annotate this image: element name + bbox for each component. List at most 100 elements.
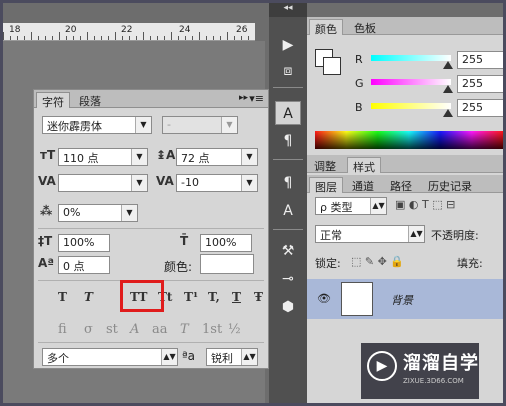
subscript-button[interactable]: T, <box>208 290 220 304</box>
green-slider-thumb[interactable] <box>443 85 453 93</box>
vertical-scale-input[interactable]: 100% <box>58 234 110 252</box>
paragraph-panel-icon[interactable]: ¶ <box>275 129 301 153</box>
tracking-select[interactable]: -10 ▼ <box>176 174 258 192</box>
titling-alternates-button[interactable]: T <box>180 322 189 337</box>
green-value[interactable]: 255 <box>457 75 503 93</box>
cube-icon[interactable]: ⬢ <box>275 295 301 319</box>
3d-icon[interactable]: ⧈ <box>275 59 301 83</box>
vertical-scale-value: 100% <box>63 236 95 249</box>
language-select[interactable]: 多个 ▲▼ <box>42 348 178 366</box>
text-color-swatch[interactable] <box>200 254 254 274</box>
ruler-label: 18 <box>9 25 21 35</box>
ruler-tick <box>10 36 11 40</box>
antialias-value: 锐利 <box>211 352 233 365</box>
color-spectrum[interactable] <box>315 131 503 149</box>
ruler-tick <box>59 32 60 40</box>
leading-select[interactable]: 72 点 ▼ <box>176 148 258 166</box>
faux-italic-button[interactable]: T <box>84 290 93 304</box>
fractions-button[interactable]: ½ <box>228 322 241 337</box>
tracking-icon: VA <box>156 174 174 188</box>
tab-history[interactable]: 历史记录 <box>423 177 477 193</box>
background-color-swatch[interactable] <box>323 57 341 75</box>
ordinals-button[interactable]: 1st <box>202 322 222 337</box>
ruler-tick <box>24 36 25 40</box>
play-icon[interactable]: ▶ <box>275 33 301 57</box>
play-logo-icon: ▶ <box>367 351 397 381</box>
ruler-tick <box>241 36 242 40</box>
discretionary-ligature-button[interactable]: st <box>106 322 118 337</box>
ruler-tick <box>73 36 74 40</box>
color-panel-tabs: 颜色 色板 <box>307 17 503 36</box>
watermark: ▶ 溜溜自学 ZIXUE.3D66.COM <box>361 343 479 399</box>
strikethrough-button[interactable]: Ŧ <box>254 290 263 304</box>
collapse-icon[interactable]: ▸▸ <box>239 93 248 103</box>
ruler-label: 22 <box>121 25 133 35</box>
kerning-select[interactable]: ▼ <box>58 174 148 192</box>
ruler-tick <box>199 32 200 40</box>
green-slider[interactable] <box>371 79 451 85</box>
tab-layers[interactable]: 图层 <box>309 177 343 194</box>
red-slider[interactable] <box>371 55 451 61</box>
blend-mode-value: 正常 <box>320 229 342 242</box>
tab-channels[interactable]: 通道 <box>347 177 379 193</box>
tab-swatches[interactable]: 色板 <box>349 19 381 35</box>
font-style-select[interactable]: - ▼ <box>162 116 238 134</box>
panel-dock-column: ◂◂ ▶ ⧈ A ¶ ¶ A ⚒ ⊸ ⬢ <box>269 3 307 403</box>
swash-button[interactable]: A <box>130 322 139 337</box>
divider <box>38 228 264 229</box>
red-slider-thumb[interactable] <box>443 61 453 69</box>
antialias-icon: ªa <box>182 349 196 363</box>
layer-panel-tabs: 图层 通道 路径 历史记录 <box>307 175 503 194</box>
font-size-select[interactable]: 110 点 ▼ <box>58 148 148 166</box>
ruler-tick <box>178 36 179 40</box>
tsume-select[interactable]: 0% ▼ <box>58 204 138 222</box>
ruler-tick <box>115 32 116 40</box>
horizontal-scale-input[interactable]: 100% <box>200 234 252 252</box>
blue-value[interactable]: 255 <box>457 99 503 117</box>
blue-slider-thumb[interactable] <box>443 109 453 117</box>
ruler-tick <box>157 36 158 40</box>
character-styles-icon[interactable]: A <box>275 199 301 223</box>
lock-icons[interactable]: ⬚ ✎ ✥ 🔒 <box>351 255 404 268</box>
vertical-scale-icon: ‡T <box>38 234 53 248</box>
collapse-icon[interactable]: ◂◂ <box>269 3 307 17</box>
font-family-select[interactable]: 迷你霹雳体 ▼ <box>42 116 152 134</box>
filter-kind-select[interactable]: ρ 类型 ▲▼ <box>315 197 387 215</box>
red-value[interactable]: 255 <box>457 51 503 69</box>
chevron-down-icon: ▼ <box>241 175 257 191</box>
panel-menu-icon[interactable]: ▾≡ <box>249 92 264 105</box>
filter-icons[interactable]: ▣ ◐ T ⬚ ⊟ <box>395 198 455 211</box>
tab-color[interactable]: 颜色 <box>309 19 343 36</box>
blend-mode-select[interactable]: 正常 ▲▼ <box>315 225 425 243</box>
faux-bold-button[interactable]: T <box>58 290 67 304</box>
old-style-button[interactable]: σ <box>84 322 93 337</box>
horizontal-scale-icon: T̄ <box>180 234 189 248</box>
ligature-button[interactable]: fi <box>58 322 67 337</box>
layer-row[interactable]: 👁 背景 <box>307 279 503 319</box>
tab-styles[interactable]: 样式 <box>347 157 381 174</box>
baseline-input[interactable]: 0 点 <box>58 256 110 274</box>
underline-button[interactable]: T <box>232 290 241 304</box>
tool-presets-icon[interactable]: ⚒ <box>275 239 301 263</box>
font-size-value: 110 点 <box>63 152 99 165</box>
tab-paths[interactable]: 路径 <box>385 177 417 193</box>
ruler-tick <box>206 36 207 40</box>
tsume-icon: ⁂ <box>40 204 53 218</box>
chevron-down-icon: ▲▼ <box>408 226 424 242</box>
chevron-down-icon: ▲▼ <box>241 349 257 365</box>
stylistic-alternates-button[interactable]: aa <box>152 322 168 337</box>
character-panel-icon[interactable]: A <box>275 101 301 125</box>
blue-slider[interactable] <box>371 103 451 109</box>
ruler-tick <box>185 36 186 40</box>
tracking-value: -10 <box>181 176 199 189</box>
tab-paragraph[interactable]: 段落 <box>74 92 106 108</box>
language-value: 多个 <box>47 352 69 365</box>
tab-adjustments[interactable]: 调整 <box>309 157 341 173</box>
tab-character[interactable]: 字符 <box>36 92 70 109</box>
eye-icon[interactable]: 👁 <box>317 292 331 305</box>
superscript-button[interactable]: T¹ <box>184 290 198 304</box>
paragraph-styles-icon[interactable]: ¶ <box>275 171 301 195</box>
brush-settings-icon[interactable]: ⊸ <box>275 267 301 291</box>
antialias-select[interactable]: 锐利 ▲▼ <box>206 348 258 366</box>
filter-kind-value: ρ 类型 <box>320 201 353 214</box>
